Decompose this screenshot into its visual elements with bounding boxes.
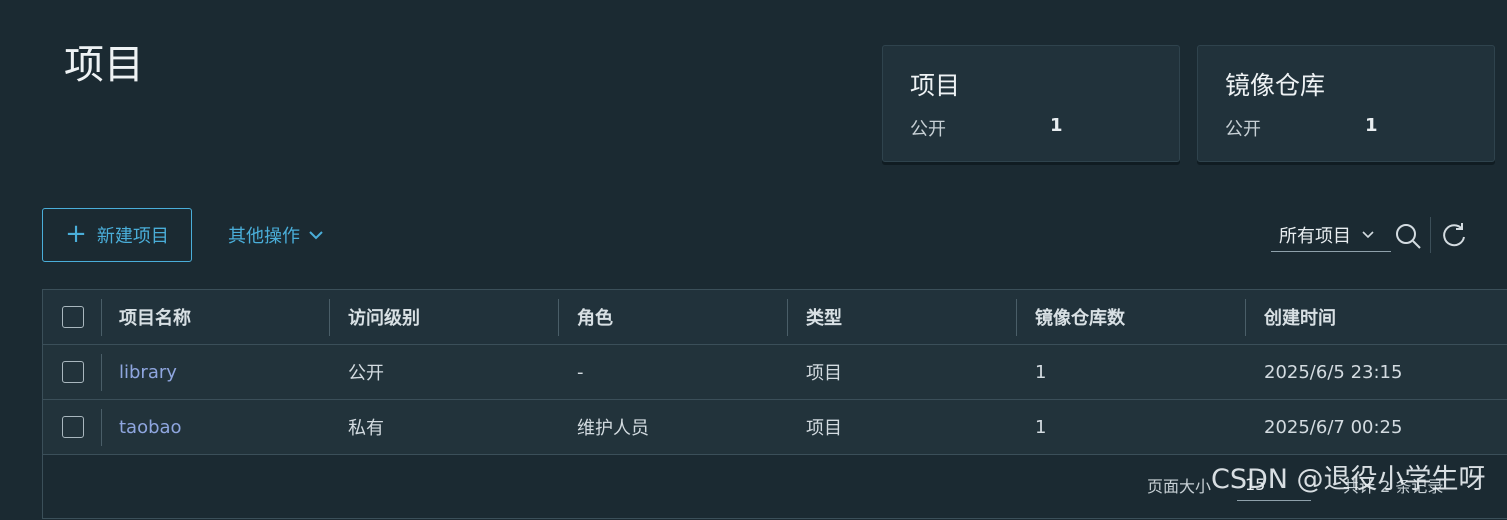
table-row: taobao 私有 维护人员 项目 1 2025/6/7 00:25 [43,400,1507,455]
card-title: 项目 [910,71,961,100]
role-cell: 维护人员 [577,418,649,439]
chevron-down-icon [309,231,323,240]
table-row: library 公开 - 项目 1 2025/6/5 23:15 [43,345,1507,400]
projects-summary-card: 项目 公开 1 [882,45,1180,162]
new-project-label: 新建项目 [96,226,169,247]
project-filter-select[interactable]: 所有项目 [1271,218,1391,252]
select-all-checkbox[interactable] [62,306,84,328]
access-level-cell: 私有 [348,418,384,439]
table-header: 项目名称 访问级别 角色 类型 镜像仓库数 创建时间 [43,290,1507,345]
header-repo-count[interactable]: 镜像仓库数 [1035,290,1125,344]
repositories-summary-card: 镜像仓库 公开 1 [1197,45,1495,162]
card-label: 公开 [1225,119,1261,140]
column-divider [101,354,102,391]
column-divider [558,299,559,336]
row-checkbox[interactable] [62,416,84,438]
filter-value: 所有项目 [1279,225,1351,247]
column-divider [101,299,102,336]
chevron-down-icon [1362,231,1374,239]
header-project-name[interactable]: 项目名称 [119,290,191,344]
toolbar-divider [1430,217,1431,253]
plus-icon: + [65,218,87,249]
header-role[interactable]: 角色 [577,290,613,344]
column-divider [101,409,102,446]
search-icon[interactable] [1393,221,1423,251]
page-size-label: 页面大小 [1147,477,1212,496]
project-name-link[interactable]: taobao [119,400,182,454]
card-title: 镜像仓库 [1225,71,1326,100]
column-divider [787,299,788,336]
header-access-level[interactable]: 访问级别 [348,290,420,344]
watermark: CSDN @退役小学生呀 [1211,464,1486,495]
type-cell: 项目 [806,418,842,439]
access-level-cell: 公开 [348,363,384,384]
type-cell: 项目 [806,363,842,384]
column-divider [329,299,330,336]
header-creation-time[interactable]: 创建时间 [1264,290,1336,344]
project-name-link[interactable]: library [119,345,177,399]
header-type[interactable]: 类型 [806,290,842,344]
more-actions-label: 其他操作 [228,226,300,247]
new-project-button[interactable]: + 新建项目 [42,208,192,262]
card-count: 1 [1050,115,1063,136]
card-count: 1 [1365,115,1378,136]
creation-time-cell: 2025/6/5 23:15 [1264,361,1403,383]
repo-count-cell: 1 [1035,361,1047,383]
column-divider [1016,299,1017,336]
role-cell: - [577,361,584,383]
column-divider [1245,299,1246,336]
refresh-icon[interactable] [1440,221,1468,249]
repo-count-cell: 1 [1035,416,1047,438]
page-title: 项目 [64,42,144,88]
card-label: 公开 [910,119,946,140]
row-checkbox[interactable] [62,361,84,383]
more-actions-button[interactable]: 其他操作 [228,222,324,248]
creation-time-cell: 2025/6/7 00:25 [1264,416,1403,438]
